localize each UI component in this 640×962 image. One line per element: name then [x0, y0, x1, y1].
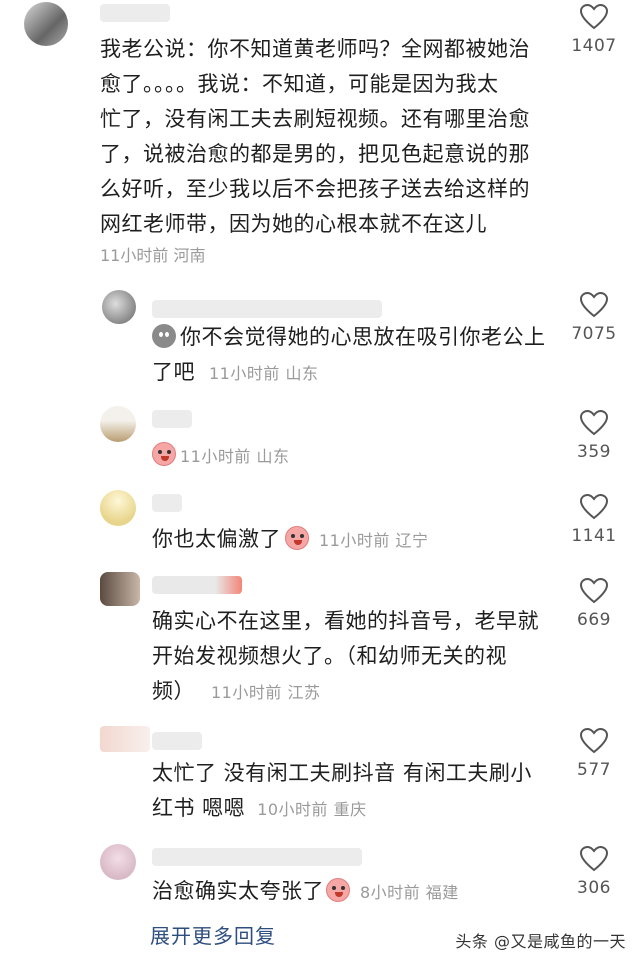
like-count: 306	[577, 878, 611, 898]
heart-icon	[580, 292, 608, 318]
location: 辽宁	[395, 531, 429, 550]
emoji-icon	[326, 878, 350, 902]
like-button[interactable]: 1141	[564, 494, 624, 546]
comment-line: 了吧 11小时前 山东	[152, 360, 319, 384]
like-button[interactable]: 1407	[564, 4, 624, 56]
timestamp: 11小时前	[209, 364, 280, 383]
like-button[interactable]: 669	[564, 578, 624, 630]
location: 江苏	[287, 683, 321, 702]
timestamp: 11小时前	[180, 447, 251, 466]
comment-line: 我老公说：你不知道黄老师吗？全网都被她治	[100, 37, 530, 61]
username-blurred[interactable]	[152, 732, 202, 750]
like-count: 359	[577, 442, 611, 462]
location: 山东	[256, 447, 290, 466]
location: 山东	[285, 364, 319, 383]
username-blurred[interactable]	[152, 300, 382, 318]
avatar[interactable]	[100, 844, 136, 880]
comment-text: 确实心不在这里，看她的抖音号，老早就 开始发视频想火了。（和幼师无关的视 频） 1…	[152, 604, 572, 710]
comment-text: 我老公说：你不知道黄老师吗？全网都被她治 愈了。。。。我说：不知道，可能是因为我…	[100, 32, 570, 242]
like-count: 669	[577, 610, 611, 630]
comment-line: 开始发视频想火了。（和幼师无关的视	[152, 644, 507, 668]
location: 河南	[173, 246, 206, 265]
avatar[interactable]	[100, 406, 136, 442]
heart-icon	[580, 410, 608, 436]
comment-line: 11小时前 山东	[152, 438, 572, 474]
timestamp: 8小时前	[360, 883, 421, 902]
comment-text: 治愈确实太夸张了 8小时前 福建	[152, 874, 572, 910]
emoji-icon	[152, 442, 176, 466]
comment-line: 你也太偏激了 11小时前 辽宁	[152, 526, 429, 551]
comment-line: 红书 嗯嗯 10小时前 重庆	[152, 796, 367, 820]
comment-line: 治愈确实太夸张了 8小时前 福建	[152, 878, 459, 903]
username-blurred[interactable]	[152, 410, 192, 428]
emoji-icon	[152, 324, 176, 348]
watermark: 头条 @又是咸鱼的一天	[455, 932, 626, 951]
expand-more-replies-link[interactable]: 展开更多回复	[150, 920, 276, 949]
heart-icon	[580, 494, 608, 520]
like-button[interactable]: 577	[564, 728, 624, 780]
comment-line: 愈了。。。。我说：不知道，可能是因为我太	[100, 72, 499, 96]
avatar[interactable]	[100, 726, 150, 752]
comment-text: 太忙了 没有闲工夫刷抖音 有闲工夫刷小 红书 嗯嗯 10小时前 重庆	[152, 756, 572, 827]
comment-line: 网红老师带，因为她的心根本就不在这儿	[100, 212, 487, 236]
comment-meta: 11小时前 河南	[100, 244, 205, 268]
username-blurred[interactable]	[152, 848, 362, 866]
like-button[interactable]: 306	[564, 846, 624, 898]
comment-text: 11小时前 山东	[152, 438, 572, 474]
timestamp: 10小时前	[257, 800, 329, 819]
timestamp: 11小时前	[211, 683, 282, 702]
like-count: 577	[577, 760, 611, 780]
avatar[interactable]	[102, 290, 136, 324]
heart-icon	[580, 578, 608, 604]
avatar[interactable]	[24, 2, 68, 46]
timestamp: 11小时前	[319, 531, 390, 550]
heart-icon	[580, 846, 608, 872]
like-count: 1407	[571, 36, 617, 56]
emoji-icon	[285, 526, 309, 550]
like-count: 7075	[571, 324, 617, 344]
comment-line: 频） 11小时前 江苏	[152, 679, 321, 703]
comment-text: 你不会觉得她的心思放在吸引你老公上 了吧 11小时前 山东	[152, 320, 572, 391]
comment-line: 太忙了 没有闲工夫刷抖音 有闲工夫刷小	[152, 761, 532, 785]
heart-icon	[580, 728, 608, 754]
comment-line: 了，说被治愈的都是男的，把见色起意说的那	[100, 142, 530, 166]
avatar[interactable]	[100, 572, 140, 606]
comment-line: 确实心不在这里，看她的抖音号，老早就	[152, 609, 539, 633]
avatar[interactable]	[100, 490, 136, 526]
like-count: 1141	[571, 526, 617, 546]
heart-icon	[580, 4, 608, 30]
timestamp: 11小时前	[100, 246, 169, 265]
comment-line: 忙了，没有闲工夫去刷短视频。还有哪里治愈	[100, 107, 530, 131]
username-blurred[interactable]	[152, 494, 182, 512]
comment-line: 么好听，至少我以后不会把孩子送去给这样的	[100, 177, 530, 201]
like-button[interactable]: 359	[564, 410, 624, 462]
location: 福建	[425, 883, 459, 902]
username-blurred[interactable]	[100, 4, 170, 22]
like-button[interactable]: 7075	[564, 292, 624, 344]
location: 重庆	[333, 800, 367, 819]
username-blurred[interactable]	[152, 576, 242, 594]
comment-text: 你也太偏激了 11小时前 辽宁	[152, 522, 572, 558]
comment-line: 你不会觉得她的心思放在吸引你老公上	[152, 320, 572, 355]
